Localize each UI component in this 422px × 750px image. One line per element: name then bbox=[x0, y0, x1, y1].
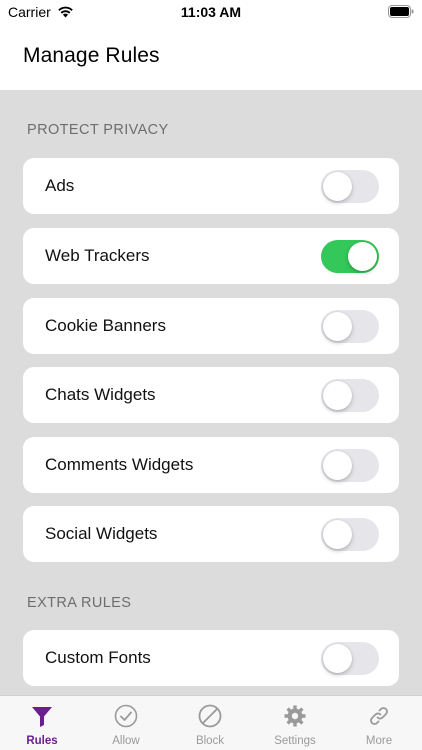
battery-icon bbox=[388, 5, 414, 18]
rule-label: Cookie Banners bbox=[45, 316, 166, 335]
status-time: 11:03 AM bbox=[180, 4, 242, 20]
web-trackers-toggle[interactable] bbox=[321, 240, 379, 273]
toggle-knob bbox=[323, 451, 352, 480]
rule-label: Comments Widgets bbox=[45, 455, 194, 474]
funnel-icon bbox=[32, 707, 52, 727]
toggle-knob bbox=[348, 242, 377, 271]
nav-header: Manage Rules bbox=[0, 26, 422, 90]
tab-rules[interactable]: Rules bbox=[0, 696, 84, 750]
toggle-knob bbox=[323, 381, 352, 410]
chats-widgets-toggle[interactable] bbox=[321, 379, 379, 412]
rule-label: Social Widgets bbox=[45, 524, 158, 543]
toggle-knob bbox=[323, 520, 352, 549]
checkmark-circle-icon bbox=[114, 704, 138, 728]
rule-row-comments-widgets: Comments Widgets bbox=[23, 437, 399, 493]
rule-row-custom-fonts: Custom Fonts bbox=[23, 630, 399, 686]
rule-row-ads: Ads bbox=[23, 158, 399, 214]
rule-row-social-widgets: Social Widgets bbox=[23, 506, 399, 562]
tab-label: Block bbox=[195, 735, 225, 747]
rule-label: Custom Fonts bbox=[45, 648, 151, 667]
tab-label: Settings bbox=[274, 735, 316, 747]
link-icon bbox=[370, 707, 388, 725]
social-widgets-toggle[interactable] bbox=[321, 518, 379, 551]
page-title: Manage Rules bbox=[23, 44, 160, 67]
gear-icon bbox=[284, 705, 306, 727]
tab-settings[interactable]: Settings bbox=[253, 696, 337, 750]
section-header-extra-rules: EXTRA RULES bbox=[27, 595, 132, 611]
tab-label: Allow bbox=[112, 735, 140, 747]
custom-fonts-toggle[interactable] bbox=[321, 642, 379, 675]
tab-block[interactable]: Block bbox=[168, 696, 252, 750]
tab-allow[interactable]: Allow bbox=[84, 696, 168, 750]
cookie-banners-toggle[interactable] bbox=[321, 310, 379, 343]
tab-bar: Rules Allow Block Settings More bbox=[0, 695, 422, 750]
section-header-protect-privacy: PROTECT PRIVACY bbox=[27, 122, 169, 138]
toggle-knob bbox=[323, 644, 352, 673]
rule-label: Chats Widgets bbox=[45, 385, 156, 404]
rules-list[interactable]: PROTECT PRIVACY Ads Web Trackers Cookie … bbox=[0, 90, 422, 695]
rule-label: Ads bbox=[45, 176, 75, 195]
toggle-knob bbox=[323, 172, 352, 201]
ads-toggle[interactable] bbox=[321, 170, 379, 203]
toggle-knob bbox=[323, 312, 352, 341]
rule-row-cookie-banners: Cookie Banners bbox=[23, 298, 399, 354]
prohibited-icon bbox=[198, 704, 222, 728]
rule-label: Web Trackers bbox=[45, 246, 150, 265]
comments-widgets-toggle[interactable] bbox=[321, 449, 379, 482]
tab-label: Rules bbox=[26, 735, 58, 747]
tab-more[interactable]: More bbox=[337, 696, 421, 750]
rule-row-chats-widgets: Chats Widgets bbox=[23, 367, 399, 423]
status-bar: Carrier 11:03 AM bbox=[0, 0, 422, 26]
tab-label: More bbox=[365, 735, 393, 747]
rule-row-web-trackers: Web Trackers bbox=[23, 228, 399, 284]
